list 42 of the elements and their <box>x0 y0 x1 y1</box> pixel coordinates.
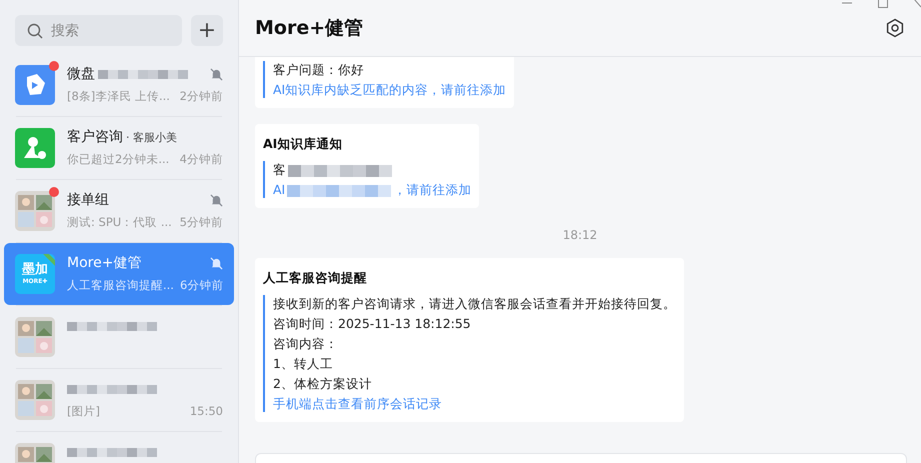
chat-item[interactable]: 接单组 测试: SPU：代取 ... 5分钟前 <box>4 180 234 242</box>
chat-time: 5分钟前 <box>180 214 223 230</box>
chat-name: 接单组 <box>67 191 109 209</box>
card-link[interactable]: 手机端点击查看前序会话记录 <box>273 396 442 411</box>
card-text: 客 <box>273 162 286 177</box>
card-text: 咨询内容： <box>273 336 338 351</box>
card-title: AI知识库通知 <box>263 136 344 153</box>
add-button[interactable]: + <box>191 15 223 46</box>
chat-preview: 你已超过2分钟未... <box>67 152 170 166</box>
card-link[interactable]: AI <box>273 182 286 197</box>
card-text: 1、转人工 <box>273 356 333 371</box>
card-text: 客户问题：你好 <box>273 62 364 77</box>
chat-item[interactable]: 客户咨询 · 客服小美 你已超过2分钟未... 4分钟前 <box>4 117 234 179</box>
chat-preview: 测试: SPU：代取 ... <box>67 214 172 230</box>
chat-time: 6分钟前 <box>180 278 224 292</box>
message-time: 18:12 <box>562 228 598 242</box>
maximize-icon[interactable] <box>877 0 889 9</box>
card-link[interactable]: AI知识库内缺乏匹配的内容，请前往添加 <box>273 82 506 97</box>
chat-name: 客户咨询 <box>67 128 123 146</box>
search-icon <box>27 23 43 39</box>
chat-name: 微盘 <box>67 65 95 83</box>
customer-service-icon <box>15 128 55 168</box>
chat-item[interactable]: [图片] 15:50 <box>4 369 234 431</box>
conversation-title: More+健管 <box>255 16 364 41</box>
search-field[interactable]: 搜索 <box>15 15 182 46</box>
chat-preview: 人工客服咨询提醒... <box>67 278 174 292</box>
chat-name: More+健管 <box>67 254 142 272</box>
chat-preview: [8条]李泽民 上传... <box>67 88 170 104</box>
settings-icon[interactable] <box>885 18 905 38</box>
card-text: 2、体检方案设计 <box>273 376 372 391</box>
close-icon[interactable] <box>913 0 921 9</box>
card-text: 接收到新的客户咨询请求，请进入微信客服会话查看并开始接待回复。 <box>273 296 676 311</box>
card-title: 人工客服咨询提醒 <box>263 270 368 287</box>
card-link[interactable]: ，请前往添加 <box>393 182 472 197</box>
chat-preview: [图片] <box>67 404 100 418</box>
chat-subtitle: · 客服小美 <box>126 130 177 144</box>
chat-time: 2分钟前 <box>180 88 223 104</box>
chat-time: 4分钟前 <box>180 152 223 166</box>
chat-item[interactable]: 微盘 [8条]李泽民 上传... 2分钟前 <box>4 54 234 116</box>
drive-logo-icon <box>15 65 55 105</box>
chat-time: 15:50 <box>190 404 223 418</box>
card-text: 咨询时间：2025-11-13 18:12:55 <box>273 316 471 331</box>
